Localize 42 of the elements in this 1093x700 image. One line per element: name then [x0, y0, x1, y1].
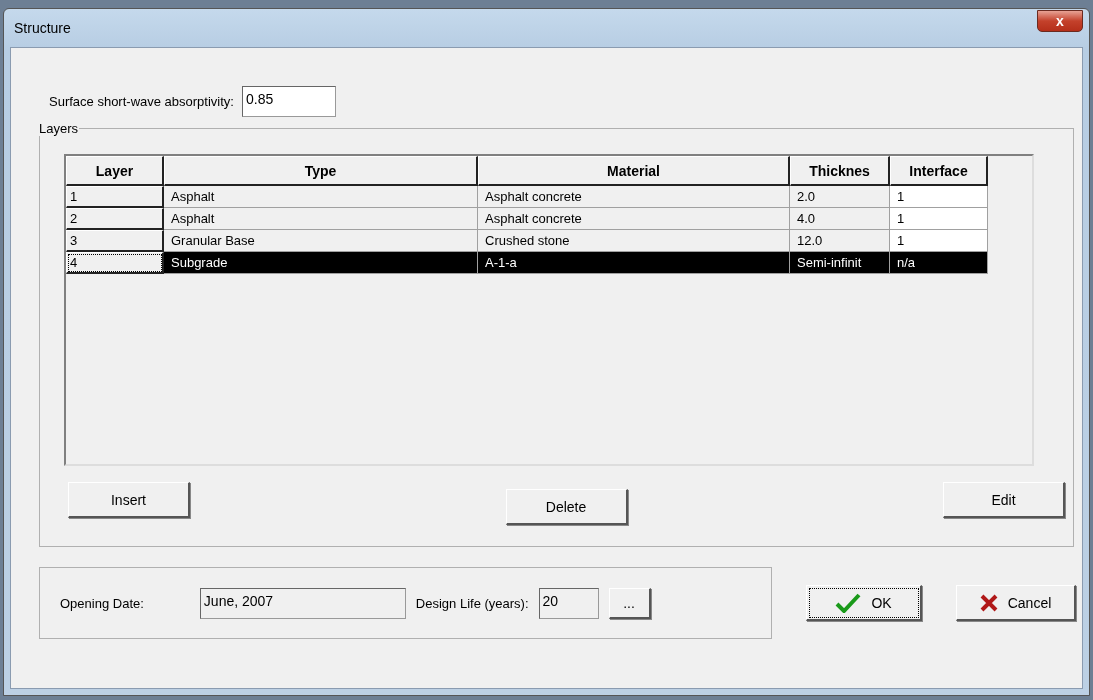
- checkmark-icon: [835, 592, 862, 613]
- insert-button[interactable]: Insert: [68, 482, 190, 518]
- absorptivity-field[interactable]: 0.85: [241, 86, 336, 117]
- absorptivity-label: Surface short-wave absorptivity:: [49, 94, 234, 109]
- table-cell: 2.0: [790, 186, 890, 208]
- row-header-cell[interactable]: 4: [66, 252, 164, 274]
- column-header[interactable]: Layer: [66, 156, 164, 186]
- table-cell: Granular Base: [164, 230, 478, 252]
- cross-icon: [979, 593, 998, 612]
- row-header-cell[interactable]: 3: [66, 230, 164, 252]
- opening-date-field[interactable]: June, 2007: [199, 587, 406, 619]
- table-cell: 1: [890, 208, 988, 230]
- delete-button[interactable]: Delete: [505, 489, 628, 525]
- table-cell: A-1-a: [478, 252, 790, 274]
- row-header-cell[interactable]: 2: [66, 208, 164, 230]
- row-header-cell[interactable]: 1: [66, 186, 164, 208]
- table-cell: Crushed stone: [478, 230, 790, 252]
- table-cell: Asphalt: [164, 186, 478, 208]
- window-title: Structure: [13, 20, 71, 36]
- design-life-label: Design Life (years):: [415, 595, 529, 611]
- table-cell: Subgrade: [164, 252, 478, 274]
- ok-button[interactable]: OK: [806, 585, 922, 621]
- column-header[interactable]: Material: [478, 156, 790, 186]
- layers-group-title: Layers: [38, 121, 80, 136]
- table-cell: Semi-infinit: [790, 252, 890, 274]
- close-button[interactable]: x: [1037, 10, 1083, 32]
- table-cell: 4.0: [790, 208, 890, 230]
- column-header[interactable]: Thicknes: [790, 156, 890, 186]
- table-cell: Asphalt: [164, 208, 478, 230]
- opening-date-label: Opening Date:: [60, 595, 144, 611]
- edit-button[interactable]: Edit: [943, 482, 1065, 518]
- table-cell: n/a: [890, 252, 988, 274]
- table-cell: 1: [890, 230, 988, 252]
- table-cell: Asphalt concrete: [478, 186, 790, 208]
- design-life-field[interactable]: 20: [538, 587, 599, 619]
- table-cell: 12.0: [790, 230, 890, 252]
- more-button[interactable]: ...: [608, 587, 651, 619]
- cancel-button[interactable]: Cancel: [956, 585, 1076, 621]
- column-header[interactable]: Interface: [890, 156, 988, 186]
- table-cell: 1: [890, 186, 988, 208]
- table-cell: Asphalt concrete: [478, 208, 790, 230]
- column-header[interactable]: Type: [164, 156, 478, 186]
